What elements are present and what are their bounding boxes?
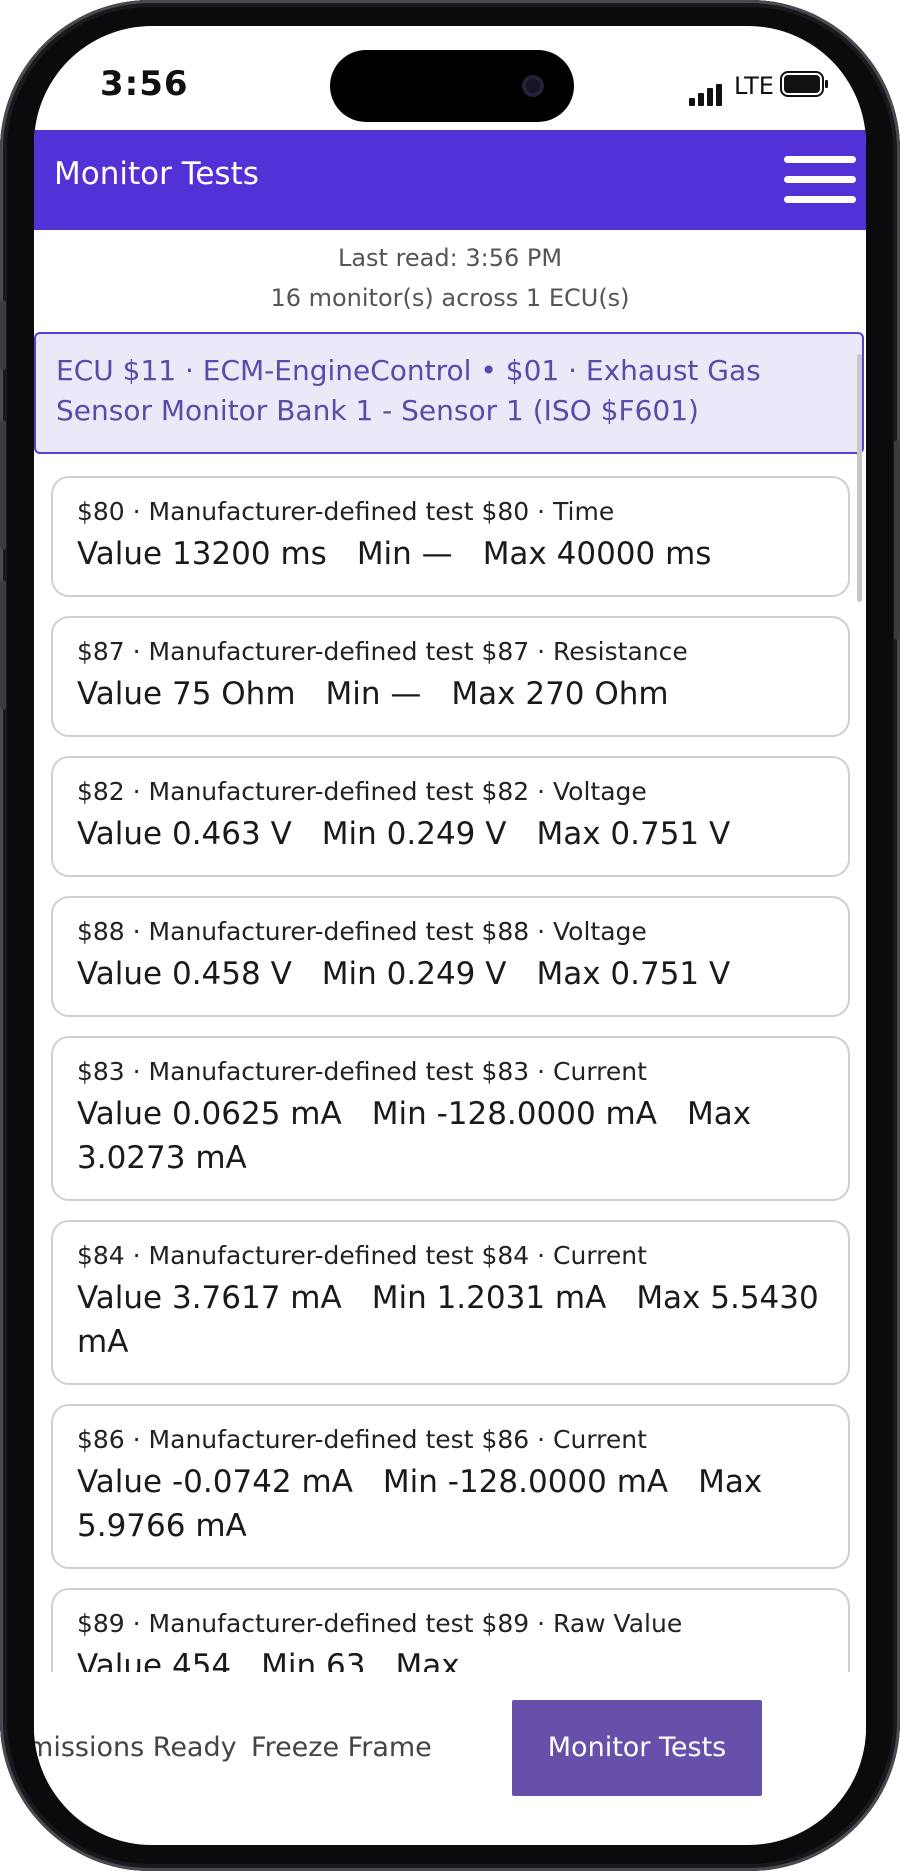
test-title: $83 · Manufacturer-defined test $83 · Cu…: [77, 1057, 647, 1086]
test-title: $82 · Manufacturer-defined test $82 · Vo…: [77, 777, 647, 806]
tab-freeze-frame[interactable]: Freeze Frame: [251, 1700, 432, 1796]
test-min: Min —: [356, 536, 453, 572]
scrollbar[interactable]: [857, 354, 862, 602]
test-card[interactable]: $86 · Manufacturer-defined test $86 · Cu…: [51, 1404, 850, 1569]
test-card[interactable]: $84 · Manufacturer-defined test $84 · Cu…: [51, 1220, 850, 1385]
test-title: $88 · Manufacturer-defined test $88 · Vo…: [77, 917, 647, 946]
app-header: Monitor Tests: [34, 130, 866, 230]
monitor-count-label: 16 monitor(s) across 1 ECU(s): [270, 284, 630, 312]
test-min: Min 1.2031 mA: [371, 1280, 607, 1316]
test-card[interactable]: $80 · Manufacturer-defined test $80 · Ti…: [51, 476, 850, 597]
tab-emissions-ready[interactable]: Emissions Ready: [34, 1700, 237, 1796]
test-min: Min —: [325, 676, 422, 712]
monitor-list[interactable]: ECU $11 · ECM-EngineControl • $01 · Exha…: [34, 332, 866, 1699]
test-card[interactable]: $88 · Manufacturer-defined test $88 · Vo…: [51, 896, 850, 1017]
status-bar: 3:56 LTE: [34, 26, 866, 130]
tab-monitor-tests[interactable]: Monitor Tests: [512, 1700, 762, 1796]
test-card[interactable]: $87 · Manufacturer-defined test $87 · Re…: [51, 616, 850, 737]
volume-down-button: [0, 580, 6, 710]
side-button: [894, 440, 900, 640]
test-card[interactable]: $83 · Manufacturer-defined test $83 · Cu…: [51, 1036, 850, 1201]
test-title: $84 · Manufacturer-defined test $84 · Cu…: [77, 1241, 647, 1270]
test-values: Value 0.463 V Min 0.249 V Max 0.751 V: [77, 812, 824, 856]
app-screen: 3:56 LTE Monitor Tests Last read: 3:56 P…: [34, 26, 866, 1845]
test-value: Value 0.463 V: [77, 816, 292, 852]
test-values: Value 3.7617 mA Min 1.2031 mA Max 5.5430 m…: [77, 1276, 824, 1364]
test-max: Max 0.751 V: [536, 956, 731, 992]
test-max: Max 270 Ohm: [451, 676, 669, 712]
page-title: Monitor Tests: [54, 156, 259, 192]
action-button: [0, 300, 6, 370]
ecu-group-header[interactable]: ECU $11 · ECM-EngineControl • $01 · Exha…: [34, 332, 864, 454]
status-time: 3:56: [100, 64, 189, 104]
test-value: Value 0.458 V: [77, 956, 292, 992]
test-values: Value 13200 ms Min — Max 40000 ms: [77, 532, 824, 576]
test-title: $89 · Manufacturer-defined test $89 · Ra…: [77, 1609, 683, 1638]
test-title: $80 · Manufacturer-defined test $80 · Ti…: [77, 497, 615, 526]
read-summary: Last read: 3:56 PM 16 monitor(s) across …: [34, 238, 866, 318]
test-card[interactable]: $82 · Manufacturer-defined test $82 · Vo…: [51, 756, 850, 877]
test-values: Value 0.0625 mA Min -128.0000 mA Max 3.027…: [77, 1092, 824, 1180]
network-label: LTE: [734, 72, 774, 100]
test-title: $87 · Manufacturer-defined test $87 · Re…: [77, 637, 688, 666]
test-min: Min -128.0000 mA: [371, 1096, 657, 1132]
camera-icon: [522, 75, 544, 97]
menu-icon[interactable]: [784, 156, 856, 214]
test-value: Value 13200 ms: [77, 536, 327, 572]
dynamic-island: [330, 50, 574, 122]
test-min: Min 0.249 V: [321, 956, 507, 992]
bottom-tab-bar: Emissions Ready Freeze Frame Monitor Tes…: [34, 1672, 866, 1796]
volume-up-button: [0, 420, 6, 550]
test-max: Max 40000 ms: [482, 536, 712, 572]
last-read-label: Last read: 3:56 PM: [337, 244, 563, 272]
test-values: Value -0.0742 mA Min -128.0000 mA Max 5.97…: [77, 1460, 824, 1548]
signal-icon: [689, 84, 722, 106]
test-value: Value 0.0625 mA: [77, 1096, 342, 1132]
test-values: Value 75 Ohm Min — Max 270 Ohm: [77, 672, 824, 716]
battery-icon: [780, 71, 828, 97]
test-value: Value 75 Ohm: [77, 676, 296, 712]
test-max: Max 0.751 V: [536, 816, 731, 852]
test-value: Value -0.0742 mA: [77, 1464, 353, 1500]
test-value: Value 3.7617 mA: [77, 1280, 342, 1316]
test-title: $86 · Manufacturer-defined test $86 · Cu…: [77, 1425, 647, 1454]
test-values: Value 0.458 V Min 0.249 V Max 0.751 V: [77, 952, 824, 996]
test-min: Min 0.249 V: [321, 816, 507, 852]
test-min: Min -128.0000 mA: [382, 1464, 669, 1500]
